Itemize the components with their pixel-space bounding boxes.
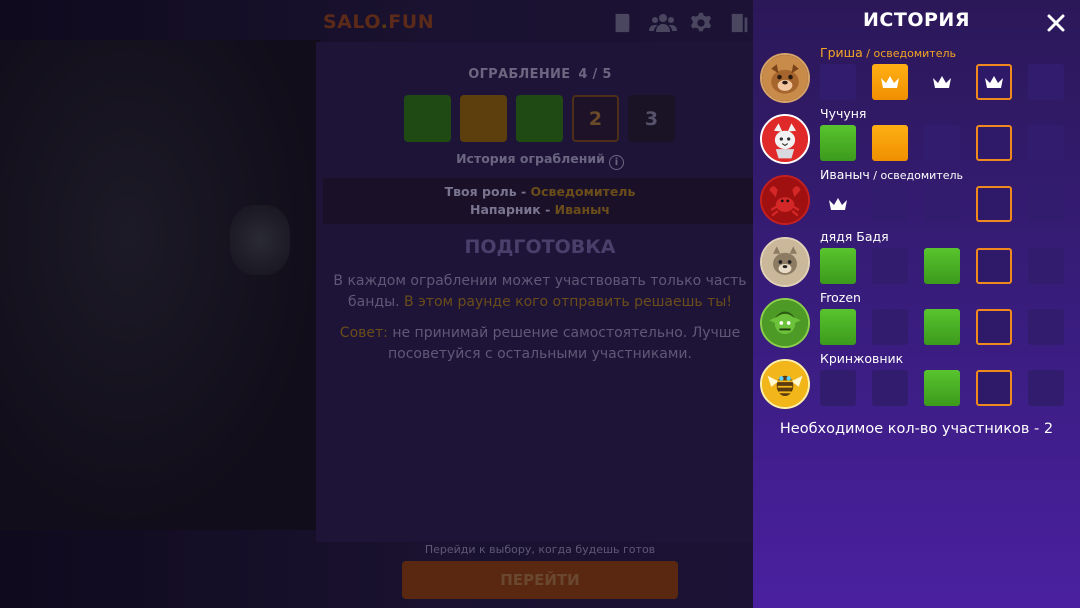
round-cell (872, 248, 908, 284)
app-logo: SALO.FUN (323, 11, 435, 33)
round-cell (1028, 64, 1064, 100)
scene-artwork (0, 40, 320, 530)
character-silhouette (230, 205, 290, 275)
round-cell (820, 125, 856, 161)
gear-icon[interactable] (690, 12, 712, 34)
current-round-cell (976, 186, 1012, 222)
round-cell (924, 186, 960, 222)
round-1-success (404, 95, 451, 142)
round-cell (1028, 309, 1064, 345)
player-row: дядя Бадя (753, 229, 1080, 296)
heist-progress: ОГРАБЛЕНИЕ 4 / 5 (468, 67, 612, 82)
player-avatar (760, 114, 810, 164)
current-round-cell (976, 370, 1012, 406)
crown-icon (828, 196, 848, 212)
round-cell (820, 370, 856, 406)
player-name: дядя Бадя (820, 229, 889, 244)
player-row: Гриша / осведомитель (753, 45, 1080, 112)
player-row: Иваныч / осведомитель (753, 167, 1080, 234)
player-row: Чучуня (753, 106, 1080, 173)
player-avatar (760, 53, 810, 103)
round-cell (872, 309, 908, 345)
role-box: Твоя роль - Осведомитель Напарник - Иван… (323, 178, 757, 224)
panel-title: ИСТОРИЯ (863, 9, 970, 31)
go-button[interactable]: ПЕРЕЙТИ (402, 561, 678, 599)
round-5-upcoming: 3 (628, 95, 675, 142)
ready-hint: Перейди к выбору, когда будешь готов (424, 543, 656, 556)
player-name: Frozen (820, 290, 861, 305)
player-row: Кринжовник (753, 351, 1080, 418)
phase-tip: Совет: не принимай решение самостоятельн… (339, 325, 741, 362)
round-3-success (516, 95, 563, 142)
round-cell (1028, 248, 1064, 284)
info-icon: i (608, 155, 624, 170)
round-cell (872, 64, 908, 100)
role-line: Твоя роль - Осведомитель (444, 184, 636, 199)
heist-history-link[interactable]: История ограблений i (316, 151, 764, 170)
partner-line: Напарник - Иваныч (469, 202, 611, 217)
round-cell (820, 64, 856, 100)
crown-icon (984, 74, 1004, 90)
player-name: Кринжовник (820, 351, 904, 366)
close-icon[interactable] (1043, 10, 1069, 36)
player-avatar (760, 359, 810, 409)
player-name: Чучуня (820, 106, 867, 121)
phase-title: ПОДГОТОВКА (464, 236, 616, 258)
history-panel: ИСТОРИЯ Гриша / осведомитель Чучуня Иван… (753, 0, 1080, 608)
player-name: Иваныч / осведомитель (820, 167, 964, 182)
player-avatar (760, 237, 810, 287)
current-round-cell (976, 125, 1012, 161)
crown-icon (880, 74, 900, 90)
round-cell (872, 186, 908, 222)
phase-description: В каждом ограблении может участвовать то… (333, 273, 747, 310)
users-icon[interactable] (649, 12, 677, 34)
book-icon[interactable] (611, 12, 633, 34)
round-cell (820, 248, 856, 284)
player-name: Гриша / осведомитель (820, 45, 956, 60)
player-avatar (760, 298, 810, 348)
round-cell (820, 186, 856, 222)
round-cell (924, 309, 960, 345)
round-cell (1028, 125, 1064, 161)
round-2-fail (460, 95, 507, 142)
round-cell (820, 309, 856, 345)
round-4-current: 2 (572, 95, 619, 142)
required-participants: Необходимое кол-во участников - 2 (779, 421, 1054, 437)
round-cell (1028, 186, 1064, 222)
round-cell (872, 125, 908, 161)
player-avatar (760, 175, 810, 225)
current-round-cell (976, 309, 1012, 345)
round-cell (924, 248, 960, 284)
exit-icon[interactable] (729, 12, 751, 34)
round-cell (924, 64, 960, 100)
round-cell (872, 370, 908, 406)
round-cell (924, 125, 960, 161)
current-round-cell (976, 64, 1012, 100)
round-cell (924, 370, 960, 406)
current-round-cell (976, 248, 1012, 284)
player-row: Frozen (753, 290, 1080, 357)
round-cell (1028, 370, 1064, 406)
crown-icon (932, 74, 952, 90)
